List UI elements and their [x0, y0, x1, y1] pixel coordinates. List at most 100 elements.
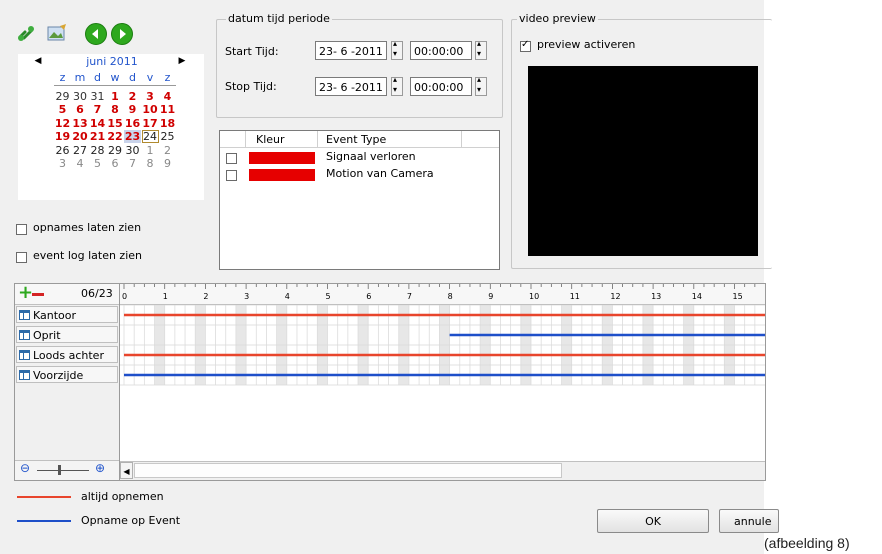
hour-tick-label: 8: [447, 292, 453, 301]
weekday-label: d: [129, 71, 136, 84]
opnames-checkbox[interactable]: [16, 224, 27, 235]
forward-icon[interactable]: [111, 23, 133, 45]
calendar-day[interactable]: 25: [159, 130, 176, 143]
calendar-day[interactable]: 20: [72, 130, 89, 143]
calendar-day[interactable]: 2: [124, 90, 141, 103]
stop-date-field[interactable]: 23- 6 -2011: [315, 77, 387, 96]
calendar-day[interactable]: 3: [142, 90, 159, 103]
camera-row[interactable]: Oprit: [16, 326, 118, 343]
calendar-day[interactable]: 29: [54, 90, 71, 103]
start-date-spinner[interactable]: [391, 39, 403, 60]
calendar-day[interactable]: 18: [159, 117, 176, 130]
camera-row[interactable]: Kantoor: [16, 306, 118, 323]
stop-time-spinner[interactable]: [475, 75, 487, 96]
calendar-day[interactable]: 21: [89, 130, 106, 143]
calendar-day[interactable]: 4: [159, 90, 176, 103]
zoom-slider-track[interactable]: [37, 470, 89, 471]
add-icon[interactable]: +: [18, 284, 33, 303]
scroll-left-icon[interactable]: ◀: [120, 462, 133, 479]
calendar-day[interactable]: 3: [54, 157, 71, 170]
calendar-day[interactable]: 17: [142, 117, 159, 130]
start-time-spinner[interactable]: [475, 39, 487, 60]
calendar-day[interactable]: 9: [159, 157, 176, 170]
timeline-panel[interactable]: + 06/23 Kantoor Oprit Loods achter Voorzijd…: [14, 283, 766, 481]
scroll-thumb[interactable]: [134, 463, 562, 478]
start-time-label: Start Tijd:: [225, 45, 279, 58]
weekday-label: z: [164, 71, 171, 84]
calendar-day[interactable]: 28: [89, 144, 106, 157]
preview-checkbox[interactable]: [520, 39, 531, 52]
calendar-day[interactable]: 30: [124, 144, 141, 157]
calendar-day[interactable]: 15: [107, 117, 124, 130]
calendar-day[interactable]: 29: [107, 144, 124, 157]
calendar-day[interactable]: 1: [142, 144, 159, 157]
dialog-window: ◀ juni 2011 ▶ zmdwdvz 29 30 31 1 2 3 4 5 6 7 8 9 10 1…: [0, 0, 779, 554]
timeline-scrollbar[interactable]: ◀: [120, 461, 765, 480]
prev-month-icon[interactable]: ◀: [32, 55, 44, 67]
zoom-slider-thumb[interactable]: [58, 465, 61, 475]
stop-time-field[interactable]: 00:00:00: [410, 77, 472, 96]
calendar-day[interactable]: 2: [159, 144, 176, 157]
zoom-out-icon[interactable]: ⊖: [20, 461, 30, 475]
calendar-day[interactable]: 5: [54, 103, 71, 116]
calendar-day[interactable]: 22: [107, 130, 124, 143]
figure-caption: (afbeelding 8): [764, 535, 850, 551]
hour-tick-label: 13: [651, 292, 662, 301]
calendar-day[interactable]: 24: [141, 130, 159, 144]
calendar-day[interactable]: 6: [72, 103, 89, 116]
event-color-swatch[interactable]: [249, 169, 315, 181]
event-color-swatch[interactable]: [249, 152, 315, 164]
calendar-day[interactable]: 7: [124, 157, 141, 170]
opnames-label: opnames laten zien: [33, 221, 142, 234]
month-calendar[interactable]: ◀ juni 2011 ▶ zmdwdvz 29 30 31 1 2 3 4 5 6 7 8 9 10 1…: [18, 54, 204, 200]
zoom-bar: ⊖ ⊕: [15, 460, 119, 480]
link-icon[interactable]: [16, 23, 36, 43]
image-edit-icon[interactable]: [46, 23, 66, 43]
event-checkbox[interactable]: [226, 153, 237, 164]
event-checkbox[interactable]: [226, 170, 237, 181]
start-date-field[interactable]: 23- 6 -2011: [315, 41, 387, 60]
calendar-day[interactable]: 30: [72, 90, 89, 103]
calendar-day[interactable]: 23: [124, 130, 141, 144]
camera-row[interactable]: Loods achter: [16, 346, 118, 363]
calendar-day[interactable]: 6: [107, 157, 124, 170]
hour-tick-label: 0: [122, 292, 128, 301]
ok-button[interactable]: OK: [597, 509, 709, 533]
calendar-day[interactable]: 27: [72, 144, 89, 157]
next-month-icon[interactable]: ▶: [176, 55, 188, 67]
camera-row[interactable]: Voorzijde: [16, 366, 118, 383]
calendar-day[interactable]: 13: [72, 117, 89, 130]
calendar-day[interactable]: 19: [54, 130, 71, 143]
camera-grid-icon: [19, 370, 30, 380]
calendar-day[interactable]: 1: [107, 90, 124, 103]
stop-date-spinner[interactable]: [391, 75, 403, 96]
start-time-field[interactable]: 00:00:00: [410, 41, 472, 60]
event-col-type[interactable]: Event Type: [318, 131, 462, 148]
zoom-in-icon[interactable]: ⊕: [95, 461, 105, 475]
calendar-day[interactable]: 31: [89, 90, 106, 103]
stop-time-label: Stop Tijd:: [225, 80, 277, 93]
back-icon[interactable]: [85, 23, 107, 45]
calendar-day[interactable]: 14: [89, 117, 106, 130]
calendar-day[interactable]: 16: [124, 117, 141, 130]
weekday-label: d: [94, 71, 101, 84]
calendar-day[interactable]: 8: [107, 103, 124, 116]
calendar-day[interactable]: 9: [124, 103, 141, 116]
calendar-day[interactable]: 4: [72, 157, 89, 170]
cancel-button[interactable]: annule: [719, 509, 779, 533]
calendar-day[interactable]: 7: [89, 103, 106, 116]
remove-icon[interactable]: [32, 293, 44, 296]
hour-tick-label: 3: [244, 292, 250, 301]
calendar-day[interactable]: 12: [54, 117, 71, 130]
calendar-day[interactable]: 10: [142, 103, 159, 116]
calendar-day[interactable]: 11: [159, 103, 176, 116]
eventlog-checkbox[interactable]: [16, 252, 27, 263]
calendar-day[interactable]: 5: [89, 157, 106, 170]
calendar-divider: [54, 85, 176, 86]
hour-tick-label: 1: [162, 292, 168, 301]
event-type-list[interactable]: Kleur Event Type Signaal verloren Motion …: [219, 130, 500, 270]
timeline-grid[interactable]: [120, 305, 765, 461]
calendar-day[interactable]: 26: [54, 144, 71, 157]
event-col-kleur[interactable]: Kleur: [246, 131, 318, 148]
calendar-day[interactable]: 8: [142, 157, 159, 170]
